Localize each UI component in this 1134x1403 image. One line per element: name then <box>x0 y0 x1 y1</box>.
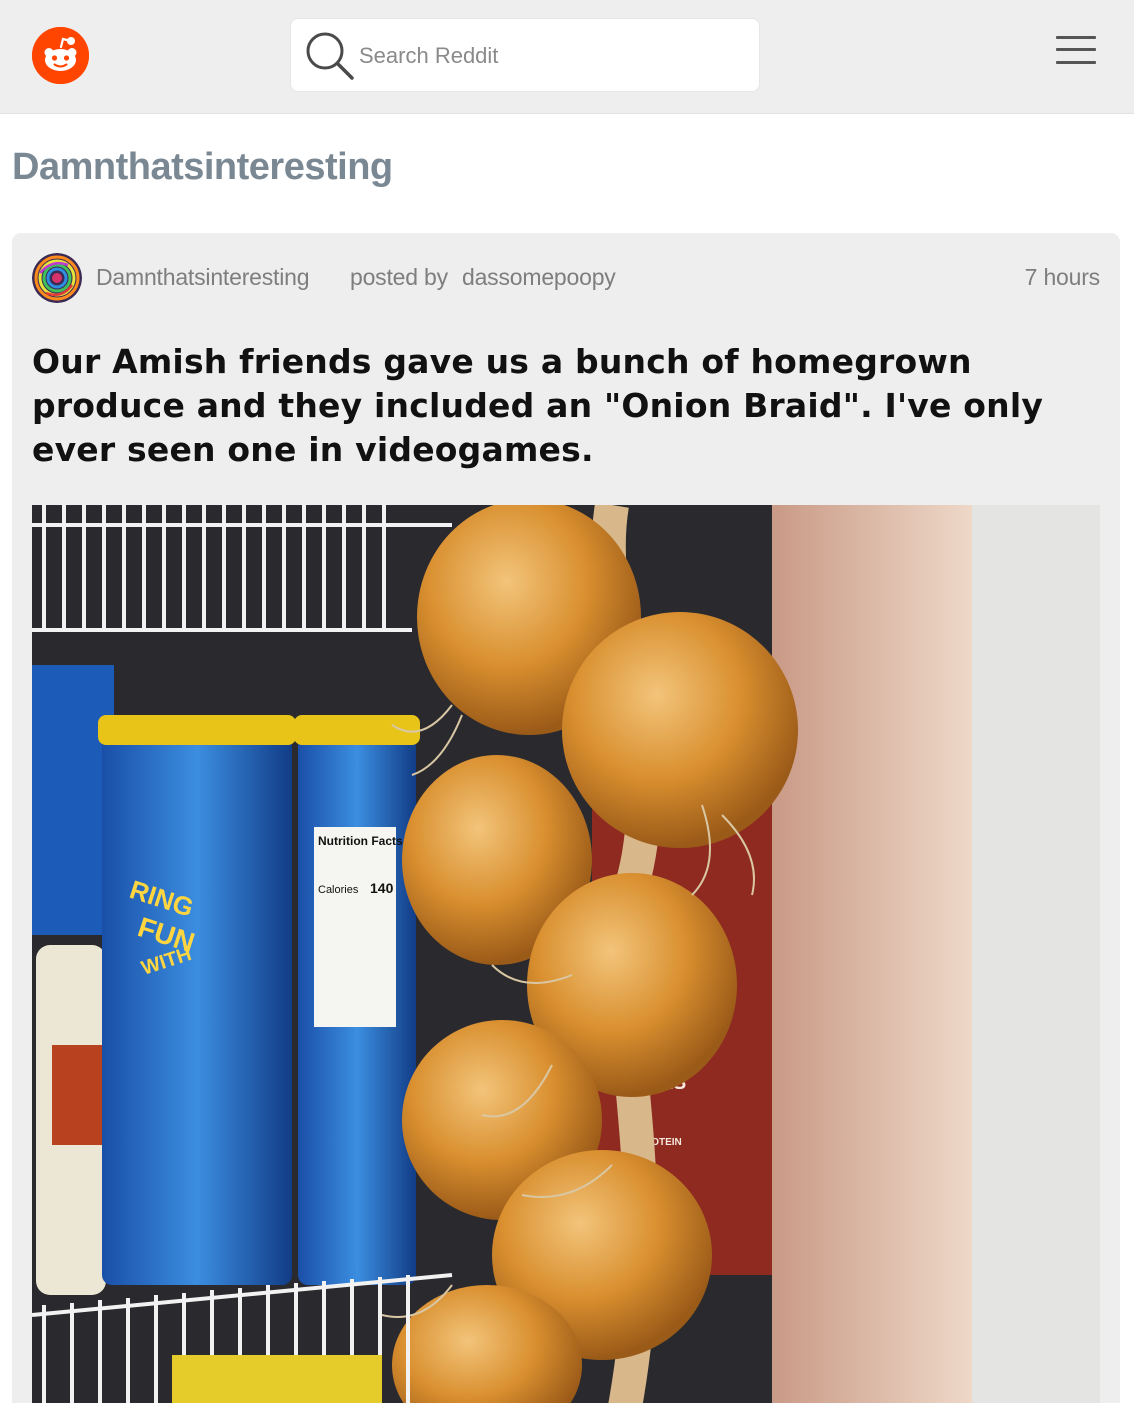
reddit-alien-icon <box>32 27 89 84</box>
post-card[interactable]: Damnthatsinteresting posted by dassomepo… <box>12 233 1120 1403</box>
nutrition-text: Calories <box>318 884 359 896</box>
hamburger-menu-icon[interactable] <box>1054 33 1098 69</box>
search-icon[interactable] <box>303 29 357 83</box>
post-timestamp: 7 hours <box>1024 264 1101 290</box>
subreddit-title[interactable]: Damnthatsinteresting <box>12 146 393 189</box>
chip-canister <box>102 725 292 1285</box>
post-subreddit-link[interactable]: Damnthatsinteresting <box>96 264 310 291</box>
onion-braid-photo: AKS ROTEIN RING FUN WITH <box>32 505 1100 1403</box>
menu-line <box>1056 48 1096 51</box>
door-frame <box>972 505 1100 1403</box>
subreddit-avatar[interactable] <box>32 253 82 303</box>
nutrition-text: Nutrition Facts <box>318 834 403 848</box>
post-image[interactable]: AKS ROTEIN RING FUN WITH <box>32 505 1100 1403</box>
search-input[interactable] <box>359 39 739 73</box>
cereal-box <box>32 665 114 935</box>
top-bar <box>0 0 1134 114</box>
post-author-link[interactable]: dassomepoopy <box>462 264 616 291</box>
nutrition-label <box>314 827 396 1027</box>
reddit-logo[interactable] <box>32 27 89 84</box>
post-title[interactable]: Our Amish friends gave us a bunch of hom… <box>32 340 1107 472</box>
search-bar[interactable] <box>290 18 760 92</box>
posted-by-label: posted by <box>350 264 448 290</box>
nutrition-text: 140 <box>370 880 394 896</box>
wall <box>772 505 972 1403</box>
menu-line <box>1056 61 1096 64</box>
subreddit-icon <box>32 253 82 303</box>
menu-line <box>1056 36 1096 39</box>
